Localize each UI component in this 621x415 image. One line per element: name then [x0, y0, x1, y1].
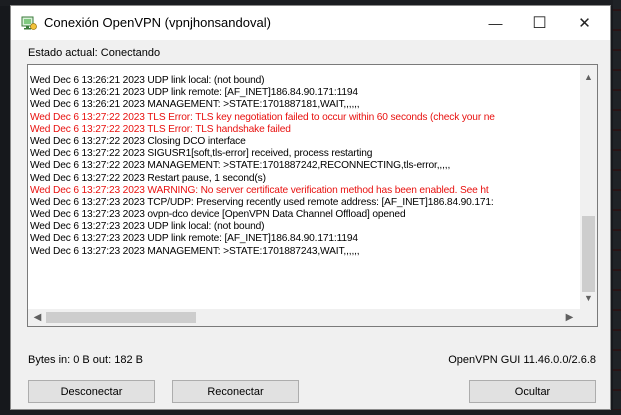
maximize-button[interactable]: ☐ [517, 6, 562, 39]
log-line: Wed Dec 6 13:27:22 2023 MANAGEMENT: >STA… [30, 160, 451, 172]
minimize-button[interactable]: — [473, 6, 518, 39]
scroll-down-icon[interactable]: ▼ [580, 289, 597, 306]
scroll-right-icon[interactable]: ▶ [561, 309, 578, 326]
vertical-scroll-thumb[interactable] [582, 216, 595, 292]
log-line: Wed Dec 6 13:27:23 2023 UDP link remote:… [30, 233, 358, 245]
scroll-up-icon[interactable]: ▲ [580, 68, 597, 85]
maximize-icon: ☐ [532, 14, 547, 32]
title-bar[interactable]: Conexión OpenVPN (vpnjhonsandoval) — ☐ ✕ [11, 6, 610, 40]
horizontal-scrollbar[interactable]: ◀ ▶ [28, 309, 580, 326]
background-app-strip [613, 0, 621, 415]
close-icon: ✕ [578, 14, 591, 32]
scroll-corner [580, 309, 597, 326]
vertical-scrollbar[interactable]: ▲ ▼ [580, 65, 597, 309]
log-line: Wed Dec 6 13:26:21 2023 UDP link remote:… [30, 87, 358, 99]
openvpn-connection-dialog: Conexión OpenVPN (vpnjhonsandoval) — ☐ ✕… [10, 5, 611, 410]
log-line: Wed Dec 6 13:27:23 2023 ovpn-dco device … [30, 209, 406, 221]
scroll-left-icon[interactable]: ◀ [29, 309, 46, 326]
log-line: Wed Dec 6 13:26:21 2023 MANAGEMENT: >STA… [30, 99, 360, 111]
log-lines: Wed Dec 6 13:26:21 2023 UDP link local: … [30, 70, 572, 302]
log-textbox[interactable]: Wed Dec 6 13:26:21 2023 UDP link local: … [27, 64, 598, 327]
bytes-counter: Bytes in: 0 B out: 182 B [28, 354, 143, 366]
log-line: Wed Dec 6 13:27:22 2023 TLS Error: TLS h… [30, 123, 291, 135]
background-app-strip [0, 410, 621, 415]
horizontal-scroll-thumb[interactable] [46, 312, 196, 323]
log-line: Wed Dec 6 13:27:22 2023 TLS Error: TLS k… [30, 111, 495, 123]
log-line: Wed Dec 6 13:27:22 2023 Closing DCO inte… [30, 135, 246, 147]
minimize-icon: — [488, 14, 503, 31]
log-line: Wed Dec 6 13:27:22 2023 SIGUSR1[soft,tls… [30, 148, 373, 160]
log-line: Wed Dec 6 13:27:22 2023 Restart pause, 1… [30, 172, 266, 184]
log-line: Wed Dec 6 13:26:21 2023 UDP link local: … [30, 75, 265, 86]
version-label: OpenVPN GUI 11.46.0.0/2.6.8 [448, 354, 596, 366]
openvpn-gui-icon [21, 15, 37, 31]
log-line: Wed Dec 6 13:27:23 2023 TCP/UDP: Preserv… [30, 196, 494, 208]
close-button[interactable]: ✕ [562, 6, 607, 39]
log-line: Wed Dec 6 13:27:23 2023 UDP link local: … [30, 221, 265, 233]
log-line: Wed Dec 6 13:27:23 2023 MANAGEMENT: >STA… [30, 245, 360, 257]
hide-button[interactable]: Ocultar [469, 380, 596, 403]
disconnect-button[interactable]: Desconectar [28, 380, 155, 403]
connection-status: Estado actual: Conectando [28, 47, 161, 59]
reconnect-button[interactable]: Reconectar [172, 380, 299, 403]
log-line: Wed Dec 6 13:27:23 2023 WARNING: No serv… [30, 184, 489, 196]
window-title: Conexión OpenVPN (vpnjhonsandoval) [44, 15, 271, 30]
